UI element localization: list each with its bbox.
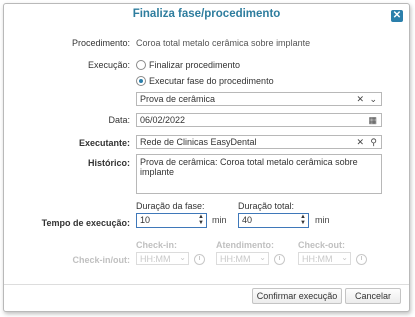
duracao-fase-stepper[interactable]: ▲ ▼ (197, 214, 205, 227)
close-icon[interactable]: ✕ (391, 10, 403, 22)
tempo-execucao-label: Tempo de execução: (41, 218, 130, 228)
clear-icon[interactable]: ✕ (356, 93, 364, 105)
executante-field[interactable]: Rede de Clinicas EasyDental ✕ ⚲ (136, 135, 382, 149)
duracao-fase-label: Duração da fase: (136, 201, 205, 211)
procedimento-label: Procedimento: (71, 38, 130, 48)
clock-icon[interactable] (194, 254, 205, 265)
data-label: Data: (108, 115, 130, 125)
footer-divider (4, 284, 409, 285)
duracao-fase-input[interactable]: 10 ▲ ▼ (136, 213, 207, 228)
checkin-time-placeholder: HH:MM (140, 254, 171, 264)
radio-finalizar-procedimento[interactable] (136, 60, 146, 70)
data-field[interactable]: 06/02/2022 ▦ (136, 113, 382, 127)
chevron-down-icon: ⌄ (259, 253, 266, 262)
procedimento-value: Coroa total metalo cerâmica sobre implan… (136, 38, 311, 48)
duracao-total-value: 40 (242, 215, 253, 225)
data-field-value: 06/02/2022 (140, 115, 186, 125)
checkin-out-label: Check-in/out: (72, 255, 131, 265)
duracao-total-label: Duração total: (238, 201, 295, 211)
clear-icon[interactable]: ✕ (356, 136, 364, 148)
checkin-label: Check-in: (136, 240, 178, 250)
atendimento-time-select[interactable]: HH:MM ⌄ (216, 252, 269, 265)
radio-executar-fase[interactable] (136, 76, 146, 86)
chevron-down-icon[interactable]: ⌄ (369, 93, 377, 105)
historico-textarea[interactable]: Prova de cerâmica: Coroa total metalo ce… (136, 154, 382, 194)
cancelar-button[interactable]: Cancelar (345, 288, 401, 304)
historico-label: Histórico: (87, 158, 130, 168)
duracao-total-input[interactable]: 40 ▲ ▼ (238, 213, 309, 228)
checkin-time-select[interactable]: HH:MM ⌄ (136, 252, 189, 265)
finaliza-fase-dialog: Finaliza fase/procedimento ✕ Procediment… (3, 3, 410, 312)
fase-select[interactable]: Prova de cerâmica ✕ ⌄ (136, 92, 382, 106)
duracao-total-unit: min (315, 215, 330, 225)
chevron-down-icon: ⌄ (179, 253, 186, 262)
clock-icon[interactable] (274, 254, 285, 265)
dialog-title: Finaliza fase/procedimento (132, 8, 281, 20)
clock-icon[interactable] (356, 254, 367, 265)
historico-text: Prova de cerâmica: Coroa total metalo ce… (140, 157, 358, 177)
chevron-down-icon: ⌄ (341, 253, 348, 262)
checkout-label: Check-out: (298, 240, 345, 250)
duracao-fase-unit: min (212, 215, 227, 225)
dialog-titlebar: Finaliza fase/procedimento ✕ (4, 4, 409, 26)
atendimento-time-placeholder: HH:MM (220, 254, 251, 264)
fase-select-value: Prova de cerâmica (140, 94, 216, 104)
duracao-total-stepper[interactable]: ▲ ▼ (299, 214, 307, 227)
executante-label: Executante: (78, 138, 130, 148)
executante-field-value: Rede de Clinicas EasyDental (140, 137, 257, 147)
radio-executar-fase-label[interactable]: Executar fase do procedimento (149, 76, 274, 86)
duracao-fase-value: 10 (140, 215, 151, 225)
radio-finalizar-procedimento-label[interactable]: Finalizar procedimento (149, 60, 240, 70)
execucao-label: Execução: (87, 60, 130, 70)
confirmar-execucao-button[interactable]: Confirmar execução (252, 288, 342, 304)
checkout-time-placeholder: HH:MM (302, 254, 333, 264)
search-icon[interactable]: ⚲ (370, 136, 377, 148)
calendar-icon[interactable]: ▦ (368, 114, 377, 126)
checkout-time-select[interactable]: HH:MM ⌄ (298, 252, 351, 265)
atendimento-label: Atendimento: (216, 240, 274, 250)
